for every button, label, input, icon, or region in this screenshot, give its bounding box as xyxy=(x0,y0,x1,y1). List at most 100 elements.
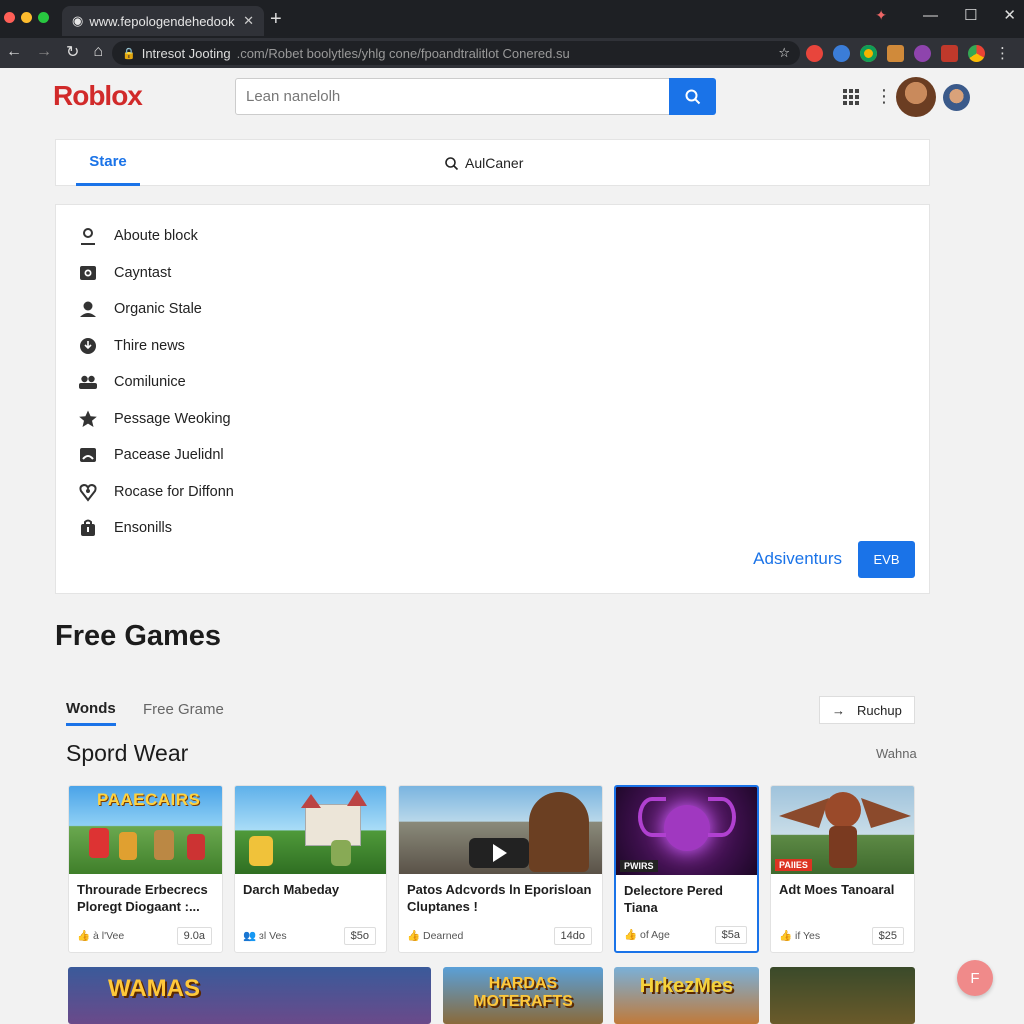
thumbs-up-icon: 👍 xyxy=(407,930,421,942)
tab-free-game[interactable]: Free Grame xyxy=(143,701,224,718)
game-price[interactable]: 9.0a xyxy=(176,927,212,945)
game-meta-text: if Yes xyxy=(795,930,821,942)
menu-item-community[interactable]: Comilunice xyxy=(78,364,234,401)
rundup-button[interactable]: → Ruchup xyxy=(819,696,915,724)
see-more-link[interactable]: Wahna xyxy=(876,746,917,761)
thumbs-up-icon: 👍 xyxy=(779,930,793,942)
menu-item-label: Rocase for Diffonn xyxy=(114,483,234,500)
tab-title: www.fepologendehedook xyxy=(89,13,235,29)
avatar-secondary[interactable] xyxy=(943,84,970,111)
menu-item-purchase[interactable]: Pacease Juelidnl xyxy=(78,437,234,474)
maximize-window-button[interactable] xyxy=(38,12,49,23)
close-tab-icon[interactable]: ✕ xyxy=(243,13,254,29)
tab-worlds[interactable]: Wonds xyxy=(66,700,116,726)
thumbnail-title: PAAECAIRS xyxy=(97,790,201,809)
search-button[interactable] xyxy=(669,78,716,115)
game-price[interactable]: $5o xyxy=(343,927,376,945)
forward-icon[interactable]: → xyxy=(36,43,52,61)
category-menu: Aboute block Cayntast Organic Stale Thir… xyxy=(55,204,930,594)
group-icon xyxy=(79,376,97,390)
search-input[interactable] xyxy=(235,78,670,115)
menu-item-label: Aboute block xyxy=(114,228,198,245)
rundup-label: Ruchup xyxy=(857,702,902,718)
apps-grid-icon[interactable] xyxy=(843,89,859,105)
browser-menu-icon[interactable]: ⋮ xyxy=(995,44,1010,62)
bookmark-star-icon[interactable]: ☆ xyxy=(778,45,790,61)
restore-icon[interactable]: ☐ xyxy=(964,6,977,24)
reload-icon[interactable]: ↻ xyxy=(66,42,79,62)
menu-item-label: Pacease Juelidnl xyxy=(114,447,224,464)
tab-store[interactable]: Stare xyxy=(76,140,140,186)
avatar[interactable] xyxy=(896,77,936,117)
menu-item-label: Pessage Weoking xyxy=(114,410,231,427)
floating-action-button[interactable]: F xyxy=(957,960,993,996)
game-title: Delectore Pered Tiana xyxy=(624,883,723,915)
minimize-window-button[interactable] xyxy=(21,12,32,23)
nav-buttons: ← → ↻ ⌂ xyxy=(6,42,103,62)
browser-tabbar: ◉ www.fepologendehedook ✕ + ✦ — ☐ ✕ xyxy=(0,0,1024,38)
game-meta-text: Dearned xyxy=(423,930,464,942)
close-window-button[interactable] xyxy=(4,12,15,23)
game-meta: 👍 of Age xyxy=(624,928,670,941)
game-title: Adt Moes Tanoaral xyxy=(779,882,895,897)
extension-gift-icon[interactable] xyxy=(941,44,958,62)
game-card[interactable]: HARDAS MOTERAFTS xyxy=(443,967,603,1024)
more-options-icon[interactable]: ⋮ xyxy=(875,86,893,107)
browser-tab[interactable]: ◉ www.fepologendehedook ✕ xyxy=(62,6,264,36)
tab-all-games[interactable]: AulCaner xyxy=(444,140,523,186)
game-price[interactable]: 14do xyxy=(553,927,592,945)
game-card[interactable] xyxy=(770,967,915,1024)
game-card[interactable]: PWIRS Delectore Pered Tiana 👍 of Age $5a xyxy=(614,785,759,953)
star-icon xyxy=(79,410,97,427)
game-thumbnail: PWIRS xyxy=(616,787,757,875)
game-thumbnail-title: HrkezMes xyxy=(639,975,734,997)
menu-item-contact[interactable]: Cayntast xyxy=(78,255,234,292)
game-card[interactable]: Patos Adcvords ln Eporisloan Cluptanes !… xyxy=(398,785,603,953)
extension-figure-icon[interactable] xyxy=(887,44,904,62)
notification-icon[interactable]: ✦ xyxy=(875,7,887,24)
address-bar-row: ← → ↻ ⌂ 🔒 Intresot Jooting .com/Robet boo… xyxy=(0,38,1024,68)
game-card[interactable]: Darch Mabeday 👥 ɜl Ves $5o xyxy=(234,785,387,953)
menu-item-label: Cayntast xyxy=(114,264,172,281)
adventures-link[interactable]: Adsiventurs xyxy=(753,549,842,569)
extension-green-icon[interactable] xyxy=(860,44,877,62)
extension-red-icon[interactable] xyxy=(806,44,823,62)
game-title: Throurade Erbecrecs Ploregt Diogaant :..… xyxy=(77,882,208,914)
thumbs-up-icon: 👍 xyxy=(77,930,91,942)
menu-item-rocase[interactable]: Rocase for Diffonn xyxy=(78,474,234,511)
menu-item-label: Comilunice xyxy=(114,374,186,391)
minimize-icon[interactable]: — xyxy=(923,7,938,24)
image-icon xyxy=(80,265,96,280)
globe-icon xyxy=(80,337,96,354)
extension-purple-icon[interactable] xyxy=(914,44,931,62)
game-card[interactable]: HrkezMes xyxy=(614,967,759,1024)
menu-item-ensonills[interactable]: Ensonills xyxy=(78,510,234,547)
arrow-right-icon: → xyxy=(832,702,845,718)
game-card[interactable]: PAIIES Adt Moes Tanoaral 👍 if Yes $25 xyxy=(770,785,915,953)
menu-item-message[interactable]: Pessage Weoking xyxy=(78,401,234,438)
game-meta-text: à l'Vee xyxy=(93,930,125,942)
roblox-logo[interactable]: Roblox xyxy=(53,80,143,112)
play-icon[interactable] xyxy=(493,844,507,862)
home-icon[interactable]: ⌂ xyxy=(93,43,103,61)
extension-blue-icon[interactable] xyxy=(833,44,850,62)
menu-item-news[interactable]: Thire news xyxy=(78,328,234,365)
game-card[interactable]: WAMAS xyxy=(68,967,431,1024)
search-icon xyxy=(685,89,700,104)
url-field[interactable]: 🔒 Intresot Jooting .com/Robet boolytles/y… xyxy=(112,41,800,65)
group-icon: 👥 xyxy=(243,930,257,942)
window-controls xyxy=(4,12,49,23)
chrome-icon[interactable] xyxy=(968,44,985,62)
bag-icon xyxy=(81,519,95,537)
game-price[interactable]: $5a xyxy=(714,926,747,944)
game-meta: 👥 ɜl Ves xyxy=(243,929,287,942)
new-tab-button[interactable]: + xyxy=(270,8,282,31)
game-price[interactable]: $25 xyxy=(871,927,904,945)
game-card[interactable]: PAAECAIRS Throurade Erbecrecs Ploregt Di… xyxy=(68,785,223,953)
menu-item-organic[interactable]: Organic Stale xyxy=(78,291,234,328)
back-icon[interactable]: ← xyxy=(6,43,22,61)
adventures-button[interactable]: EVB xyxy=(858,541,915,578)
close-icon[interactable]: ✕ xyxy=(1003,6,1016,24)
menu-item-about[interactable]: Aboute block xyxy=(78,218,234,255)
game-thumbnail: PAAECAIRS xyxy=(69,786,222,874)
